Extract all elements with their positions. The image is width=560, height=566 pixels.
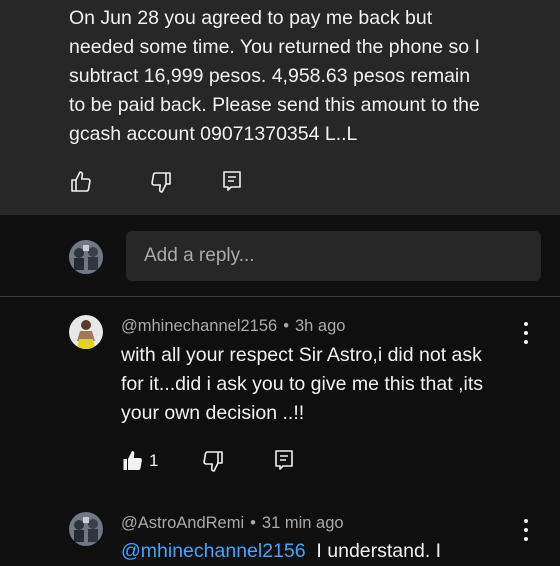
- more-vert-icon: [524, 519, 528, 523]
- like-button[interactable]: [120, 448, 146, 474]
- thumbs-down-icon: [203, 451, 223, 472]
- comment-text-body: I understand. I: [305, 540, 442, 562]
- reply-icon: [275, 450, 293, 470]
- dislike-button[interactable]: [148, 169, 174, 195]
- reply-button[interactable]: [219, 168, 245, 194]
- divider: [0, 296, 560, 297]
- reply-placeholder: Add a reply...: [144, 245, 255, 266]
- separator: •: [283, 317, 289, 335]
- more-vert-icon: [524, 322, 528, 326]
- avatar: [69, 512, 103, 546]
- comment-meta: @mhinechannel2156 • 3h ago: [121, 317, 345, 336]
- thumbs-down-icon: [151, 172, 171, 193]
- avatar: [69, 315, 103, 349]
- avatar: [69, 240, 103, 274]
- like-count: 1: [149, 451, 159, 470]
- comment-meta: @AstroAndRemi • 31 min ago: [121, 514, 344, 533]
- comment-text: with all your respect Sir Astro,i did no…: [121, 344, 483, 424]
- comment-time: 3h ago: [294, 317, 346, 335]
- comment-text: On Jun 28 you agreed to pay me back but …: [69, 7, 480, 145]
- like-button[interactable]: [68, 169, 94, 195]
- avatar-image: [69, 240, 103, 274]
- dislike-button[interactable]: [200, 448, 226, 474]
- reply-input[interactable]: Add a reply...: [126, 231, 541, 281]
- highlighted-comment: On Jun 28 you agreed to pay me back but …: [0, 0, 560, 215]
- comment-author[interactable]: @mhinechannel2156: [121, 317, 277, 335]
- comment-text: @mhinechannel2156 I understand. I: [121, 537, 541, 566]
- separator: •: [250, 514, 256, 532]
- reply-icon: [223, 171, 241, 191]
- avatar-image: [69, 315, 103, 349]
- mention-link[interactable]: @mhinechannel2156: [121, 540, 306, 562]
- thumbs-up-icon: [123, 451, 142, 470]
- reply-button[interactable]: [271, 447, 297, 473]
- avatar-image: [69, 512, 103, 546]
- comment-author[interactable]: @AstroAndRemi: [121, 514, 244, 532]
- comment-time: 31 min ago: [261, 514, 344, 532]
- thumbs-up-icon: [71, 171, 91, 192]
